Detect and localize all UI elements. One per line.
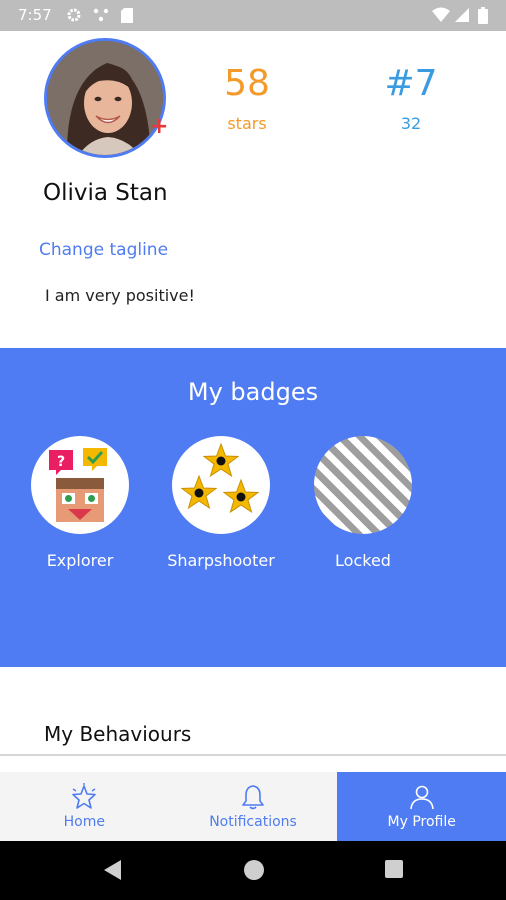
signal-icon xyxy=(455,8,469,22)
avatar-photo xyxy=(47,41,163,155)
wifi-icon xyxy=(432,7,450,22)
badge-label: Explorer xyxy=(46,551,114,570)
nav-label: My Profile xyxy=(387,814,456,830)
behaviours-title: My Behaviours xyxy=(44,722,192,746)
nav-item-home[interactable]: Home xyxy=(0,772,169,841)
profile-name: Olivia Stan xyxy=(43,180,168,206)
nav-item-notifications[interactable]: Notifications xyxy=(169,772,338,841)
person-icon xyxy=(409,785,434,810)
nav-label: Notifications xyxy=(209,814,297,830)
nav-label: Home xyxy=(63,814,105,830)
bell-icon xyxy=(242,785,264,810)
status-bar: 7:57 xyxy=(0,0,506,31)
nav-item-my-profile[interactable]: My Profile xyxy=(337,772,506,841)
divider xyxy=(0,754,506,756)
locked-badge-icon xyxy=(314,436,412,534)
bottom-nav: Home Notifications My Profile xyxy=(0,772,506,841)
badges-title: My badges xyxy=(187,378,319,406)
change-tagline-link[interactable]: Change tagline xyxy=(39,240,168,260)
home-circle-icon[interactable] xyxy=(243,859,265,881)
badge-locked[interactable]: Locked xyxy=(303,436,423,570)
badge-explorer[interactable]: ? Explorer xyxy=(20,436,140,570)
network-dots-icon xyxy=(93,8,109,22)
gear-icon xyxy=(67,8,81,22)
rank-stat: #7 32 xyxy=(356,63,466,134)
sd-card-icon xyxy=(121,8,133,23)
recents-icon[interactable] xyxy=(384,859,404,879)
svg-text:?: ? xyxy=(57,454,65,470)
badges-section: My badges ? Explorer Sharpshooter Locked xyxy=(0,348,506,667)
badge-sharpshooter[interactable]: Sharpshooter xyxy=(161,436,281,570)
stars-label: stars xyxy=(227,114,267,133)
stars-stat: 58 stars xyxy=(192,63,302,134)
battery-icon xyxy=(478,7,488,24)
explorer-badge-icon: ? xyxy=(31,436,129,534)
stars-value: 58 xyxy=(224,63,270,104)
add-photo-icon[interactable]: + xyxy=(150,116,168,138)
back-icon[interactable] xyxy=(103,859,123,881)
star-icon xyxy=(72,783,97,809)
sharpshooter-badge-icon xyxy=(172,436,270,534)
system-nav-bar xyxy=(0,841,506,900)
tagline-text: I am very positive! xyxy=(45,286,195,305)
badge-label: Sharpshooter xyxy=(167,551,275,570)
rank-value: #7 xyxy=(384,63,438,104)
badge-label: Locked xyxy=(335,551,391,570)
rank-label: 32 xyxy=(400,114,422,133)
avatar[interactable] xyxy=(44,38,166,158)
profile-screen: 7:57 + 58 stars #7 32 Olivia Stan Change… xyxy=(0,0,506,900)
status-time: 7:57 xyxy=(18,6,52,24)
